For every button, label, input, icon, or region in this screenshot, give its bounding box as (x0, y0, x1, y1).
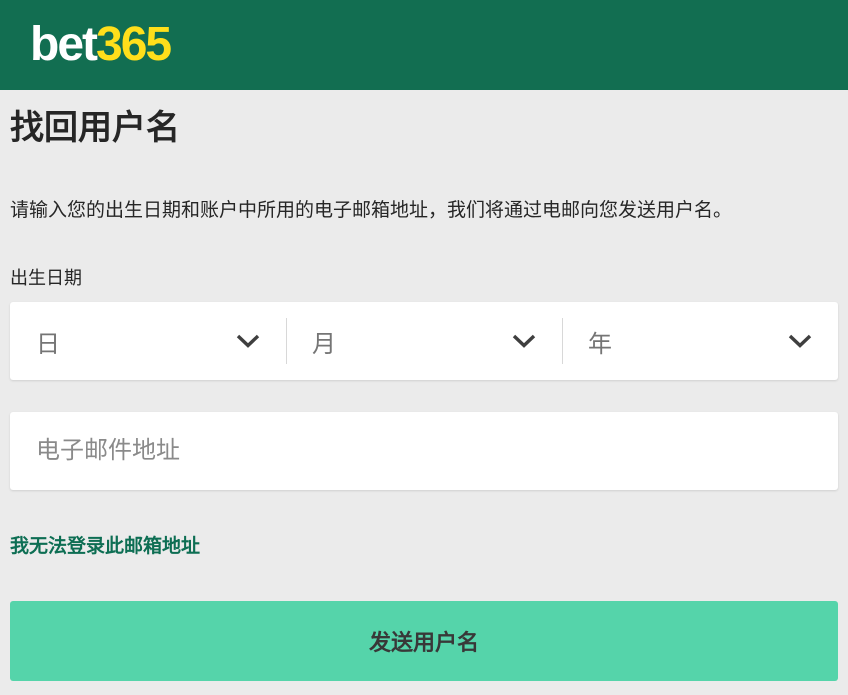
dob-day-select[interactable]: 日 (10, 302, 286, 380)
logo-text-365: 365 (96, 18, 170, 71)
logo-text-bet: bet (30, 18, 96, 71)
chevron-down-icon (512, 334, 536, 348)
chevron-down-icon (788, 334, 812, 348)
bet365-logo[interactable]: bet365 (30, 21, 170, 69)
chevron-down-icon (236, 334, 260, 348)
email-field-container (10, 412, 838, 490)
dob-day-placeholder: 日 (36, 324, 60, 359)
dob-month-placeholder: 月 (312, 324, 336, 359)
dob-month-select[interactable]: 月 (286, 302, 562, 380)
main-content: 找回用户名 请输入您的出生日期和账户中所用的电子邮箱地址，我们将通过电邮向您发送… (0, 90, 848, 681)
email-input[interactable] (10, 412, 838, 490)
dob-year-select[interactable]: 年 (562, 302, 838, 380)
send-username-button[interactable]: 发送用户名 (10, 601, 838, 681)
cant-access-email-link[interactable]: 我无法登录此邮箱地址 (10, 534, 200, 560)
instruction-text: 请输入您的出生日期和账户中所用的电子邮箱地址，我们将通过电邮向您发送用户名。 (10, 151, 838, 224)
app-header: bet365 (0, 0, 848, 90)
dob-label: 出生日期 (10, 224, 838, 290)
dob-year-placeholder: 年 (588, 324, 612, 359)
page-title: 找回用户名 (10, 90, 838, 151)
dob-select-row: 日 月 年 (10, 302, 838, 380)
